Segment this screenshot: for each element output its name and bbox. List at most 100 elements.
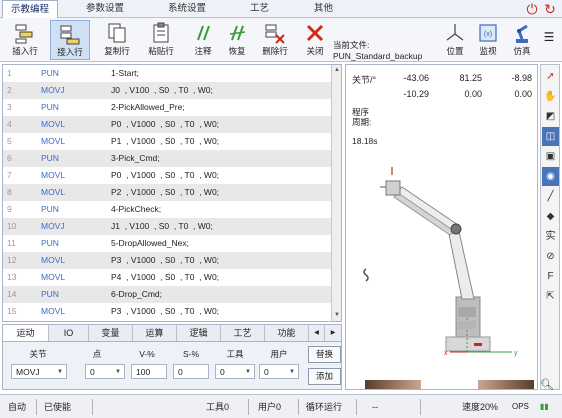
insert-row-button[interactable]: 插入行 — [6, 20, 44, 60]
copy-row-label: 复制行 — [104, 46, 130, 56]
program-row[interactable]: 1 PUN 1-Start; — [3, 65, 331, 82]
eraser-icon[interactable]: ◆ — [542, 207, 559, 226]
status-speed: 速度20% — [462, 402, 499, 412]
paste-row-button[interactable]: 粘贴行 — [142, 20, 180, 60]
header-smooth: S-% — [182, 349, 200, 359]
tool-select[interactable]: 0 ▼ — [215, 364, 255, 379]
row-args: P3 , V1000 , S0 , T0 , W0; — [111, 306, 220, 316]
svg-text:(x): (x) — [484, 31, 492, 38]
scroll-down-icon[interactable]: ▼ — [333, 311, 341, 319]
program-row[interactable]: 8 MOVL P2 , V1000 , S0 , T0 , W0; — [3, 184, 331, 201]
program-row[interactable]: 9 PUN 4-PickCheck; — [3, 201, 331, 218]
robot-wrist — [385, 180, 401, 196]
program-row[interactable]: 10 MOVJ J1 , V100 , S0 , T0 , W0; — [3, 218, 331, 235]
f-button[interactable]: F — [542, 267, 559, 286]
motion-type-select[interactable]: MOVJ ▼ — [11, 364, 67, 379]
view-front-icon[interactable]: ◩ — [542, 107, 559, 126]
row-command: PUN — [41, 204, 59, 214]
robot-arm-icon — [516, 24, 528, 43]
cursor-icon[interactable]: ➚ — [542, 67, 559, 86]
row-args: P1 , V1000 , S0 , T0 , W0; — [111, 136, 220, 146]
export-icon[interactable]: ⇱ — [542, 287, 559, 306]
velocity-input[interactable]: 100 — [131, 364, 167, 379]
close-button[interactable]: 关闭 — [300, 20, 330, 60]
status-dash: -- — [372, 402, 378, 412]
program-row[interactable]: 15 MOVL P3 , V1000 , S0 , T0 , W0; — [3, 303, 331, 320]
delete-row-button[interactable]: 删除行 — [256, 20, 294, 60]
program-row[interactable]: 14 PUN 6-Drop_Cmd; — [3, 286, 331, 303]
copy-row-button[interactable]: 复制行 — [98, 20, 136, 60]
program-row[interactable]: 6 PUN 3-Pick_Cmd; — [3, 150, 331, 167]
simulation-view[interactable]: 关节/° -43.06 81.25 -8.98 -10.29 0.00 0.00… — [345, 64, 538, 390]
row-command: MOVJ — [41, 85, 65, 95]
menu-more-icon[interactable]: ☰ — [540, 20, 558, 60]
power-icon[interactable]: ⏻ — [524, 1, 540, 17]
tab-logic[interactable]: 逻辑 — [177, 325, 221, 341]
program-row[interactable]: 11 PUN 5-DropAllowed_Nex; — [3, 235, 331, 252]
program-row[interactable]: 5 MOVL P1 , V1000 , S0 , T0 , W0; — [3, 133, 331, 150]
view-zoom-slider-right[interactable] — [478, 380, 534, 389]
monitor-button[interactable]: (x) 监视 — [474, 20, 502, 60]
insert-row-icon — [15, 24, 33, 44]
tab-operation[interactable]: 运算 — [133, 325, 177, 341]
program-row[interactable]: 4 MOVL P0 , V1000 , S0 , T0 , W0; — [3, 116, 331, 133]
tab-function[interactable]: 功能 — [265, 325, 309, 341]
program-scrollbar[interactable]: ▲ ▼ — [331, 65, 341, 321]
restore-button[interactable]: 恢复 — [222, 20, 252, 60]
row-number: 9 — [7, 204, 12, 214]
comment-button[interactable]: 注释 — [188, 20, 218, 60]
cycle-time: 18.18s — [352, 136, 378, 146]
status-user: 用户0 — [258, 402, 282, 412]
rotate-handle-icon — [363, 268, 369, 282]
position-button[interactable]: 位置 — [442, 20, 468, 60]
row-args: J1 , V100 , S0 , T0 , W0; — [111, 221, 213, 231]
tab-io[interactable]: IO — [49, 325, 89, 341]
scroll-up-icon[interactable]: ▲ — [333, 66, 341, 74]
zoom-icon[interactable]: 🔍︎ — [540, 378, 554, 391]
tab-parameter-settings[interactable]: 参数设置 — [78, 0, 132, 18]
append-row-button[interactable]: 接入行 — [50, 20, 90, 60]
tab-other[interactable]: 其他 — [306, 0, 341, 18]
tabs-prev-icon[interactable]: ◀ — [309, 325, 325, 341]
tab-teach-program[interactable]: 示教编程 — [2, 0, 59, 18]
simulate-button[interactable]: 仿真 — [508, 20, 536, 60]
delete-row-label: 删除行 — [262, 46, 288, 56]
program-row[interactable]: 12 MOVL P3 , V1000 , S0 , T0 , W0; — [3, 252, 331, 269]
view-side-icon[interactable]: ▣ — [542, 147, 559, 166]
tab-process[interactable]: 工艺 — [242, 0, 277, 18]
hand-icon[interactable]: ✋ — [542, 87, 559, 106]
row-command: PUN — [41, 238, 59, 248]
program-list[interactable]: 1 PUN 1-Start; 2 MOVJ J0 , V100 , S0 , T0 , … — [2, 64, 342, 322]
program-row[interactable]: 2 MOVJ J0 , V100 , S0 , T0 , W0; — [3, 82, 331, 99]
row-command: PUN — [41, 289, 59, 299]
tab-variable[interactable]: 变量 — [89, 325, 133, 341]
program-row[interactable]: 7 MOVL P0 , V1000 , S0 , T0 , W0; — [3, 167, 331, 184]
tab-motion[interactable]: 运动 — [3, 325, 49, 341]
solid-mode-button[interactable]: 实 — [542, 227, 559, 246]
row-number: 6 — [7, 153, 12, 163]
user-select[interactable]: 0 ▼ — [259, 364, 299, 379]
program-row[interactable]: 13 MOVL P4 , V1000 , S0 , T0 , W0; — [3, 269, 331, 286]
tab-process[interactable]: 工艺 — [221, 325, 265, 341]
monitor-label: 监视 — [479, 46, 497, 56]
tabs-next-icon[interactable]: ▶ — [325, 325, 341, 341]
point-value: 0 — [90, 367, 95, 377]
replace-button[interactable]: 替换 — [308, 346, 341, 363]
pen-icon[interactable]: ╱ — [542, 187, 559, 206]
smooth-input[interactable]: 0 — [173, 364, 209, 379]
svg-text:y: y — [514, 350, 518, 357]
cycle-label-line1: 程序 — [352, 107, 370, 117]
refresh-icon[interactable]: ↻ — [542, 1, 558, 17]
append-row-label: 接入行 — [57, 47, 83, 57]
append-row-icon — [60, 25, 80, 45]
hide-icon[interactable]: ⊘ — [542, 247, 559, 266]
point-select[interactable]: 0 ▼ — [85, 364, 125, 379]
view-top-icon[interactable]: ◫ — [542, 127, 559, 146]
view-zoom-slider-left[interactable] — [365, 380, 421, 389]
eye-icon[interactable]: ◉ — [542, 167, 559, 186]
add-button[interactable]: 添加 — [308, 368, 341, 385]
velocity-value: 100 — [136, 367, 151, 377]
tab-system-settings[interactable]: 系统设置 — [160, 0, 214, 18]
program-row[interactable]: 3 PUN 2-PickAllowed_Pre; — [3, 99, 331, 116]
row-command: MOVJ — [41, 221, 65, 231]
